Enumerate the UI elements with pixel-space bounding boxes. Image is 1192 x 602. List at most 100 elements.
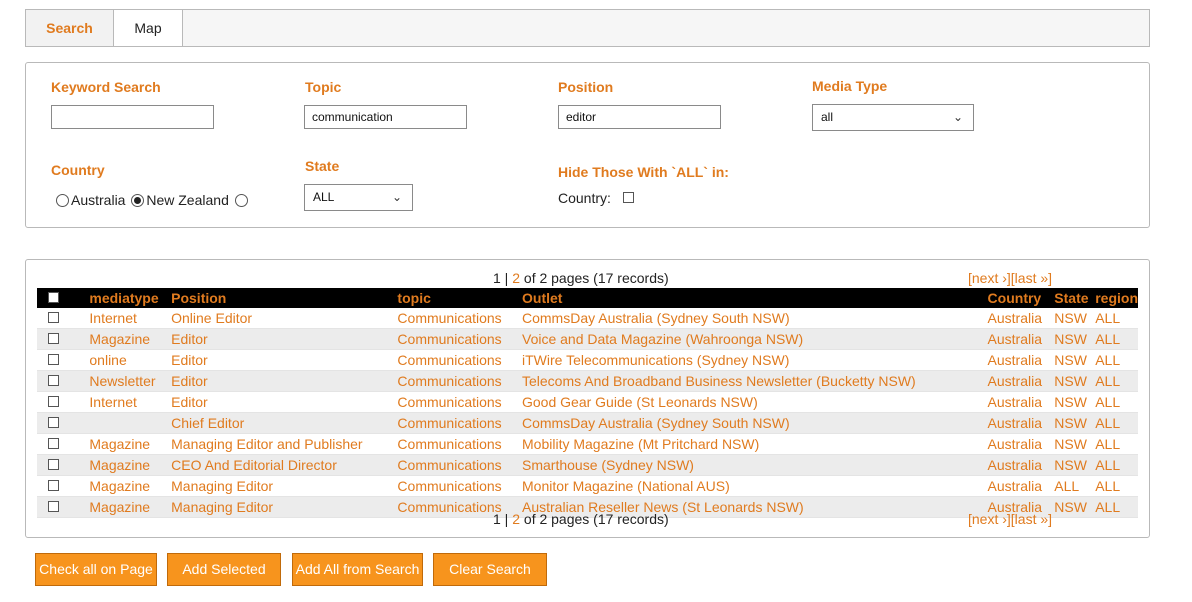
next-page-link[interactable]: [next ›] xyxy=(968,511,1011,527)
search-filter-panel: Keyword Search Topic Position Media Type… xyxy=(25,62,1150,228)
cell-region: ALL xyxy=(1095,370,1138,392)
country-radio-australia[interactable] xyxy=(56,193,69,207)
cell-state: NSW xyxy=(1054,454,1096,476)
column-header-position[interactable]: Position xyxy=(171,288,398,308)
cell-region: ALL xyxy=(1095,349,1138,371)
cell-position: Editor xyxy=(171,391,398,413)
column-header-mediatype[interactable]: mediatype xyxy=(89,288,172,308)
cell-topic: Communications xyxy=(397,412,522,434)
cell-mediatype: Magazine xyxy=(89,328,172,350)
hide-country-checkbox[interactable] xyxy=(622,192,634,203)
table-header-row: mediatype Position topic Outlet Country … xyxy=(37,288,1138,308)
cell-state: NSW xyxy=(1054,328,1096,350)
cell-country: Australia xyxy=(987,349,1055,371)
cell-region: ALL xyxy=(1095,496,1138,518)
keyword-search-input[interactable] xyxy=(51,105,214,129)
row-select-checkbox[interactable] xyxy=(48,396,59,407)
last-page-link[interactable]: [last »] xyxy=(1011,270,1052,286)
row-select-checkbox[interactable] xyxy=(48,480,59,491)
cell-outlet[interactable]: CommsDay Australia (Sydney South NSW) xyxy=(522,308,988,329)
state-select[interactable]: ALL ⌄ xyxy=(304,184,413,211)
media-type-select[interactable]: all ⌄ xyxy=(812,104,974,131)
row-select-cell xyxy=(37,475,90,497)
results-panel: 1 | 2 of 2 pages (17 records) [next ›][l… xyxy=(25,259,1150,538)
check-all-on-page-button[interactable]: Check all on Page xyxy=(35,553,157,586)
tab-map[interactable]: Map xyxy=(114,10,183,46)
row-select-checkbox[interactable] xyxy=(48,354,59,365)
column-header-region[interactable]: region xyxy=(1095,288,1138,308)
cell-outlet[interactable]: Monitor Magazine (National AUS) xyxy=(522,475,988,497)
cell-outlet[interactable]: Voice and Data Magazine (Wahroonga NSW) xyxy=(522,328,988,350)
add-selected-button[interactable]: Add Selected xyxy=(167,553,281,586)
row-select-checkbox[interactable] xyxy=(48,438,59,449)
cell-country: Australia xyxy=(987,475,1055,497)
cell-position: CEO And Editorial Director xyxy=(171,454,398,476)
page-2-current: 2 xyxy=(512,511,521,527)
row-select-checkbox[interactable] xyxy=(48,312,59,323)
hide-all-label: Hide Those With `ALL` in: xyxy=(558,164,729,180)
next-page-link[interactable]: [next ›] xyxy=(968,270,1011,286)
country-radio-new-zealand[interactable] xyxy=(131,193,145,207)
country-radio-group: Australia New Zealand xyxy=(56,191,250,208)
topic-input[interactable] xyxy=(304,105,467,129)
table-row: Magazine Editor Communications Voice and Da… xyxy=(37,328,1138,350)
pager-nav-top: [next ›][last »] xyxy=(968,270,1052,286)
media-type-label: Media Type xyxy=(812,78,888,94)
page-2-current: 2 xyxy=(512,270,521,286)
cell-topic: Communications xyxy=(397,454,522,476)
add-all-from-search-button[interactable]: Add All from Search xyxy=(292,553,423,586)
tab-search[interactable]: Search xyxy=(26,10,114,46)
cell-position: Managing Editor and Publisher xyxy=(171,433,398,455)
column-header-country[interactable]: Country xyxy=(987,288,1055,308)
cell-outlet[interactable]: Smarthouse (Sydney NSW) xyxy=(522,454,988,476)
table-row: Magazine Managing Editor and Publisher Com… xyxy=(37,433,1138,455)
cell-region: ALL xyxy=(1095,454,1138,476)
table-row: Magazine Managing Editor Communications Mon… xyxy=(37,475,1138,497)
cell-position: Managing Editor xyxy=(171,475,398,497)
column-header-state[interactable]: State xyxy=(1054,288,1096,308)
country-radio-other[interactable] xyxy=(234,193,248,207)
cell-mediatype: online xyxy=(89,349,172,371)
cell-country: Australia xyxy=(987,391,1055,413)
row-select-checkbox[interactable] xyxy=(48,459,59,470)
cell-outlet[interactable]: Good Gear Guide (St Leonards NSW) xyxy=(522,391,988,413)
cell-topic: Communications xyxy=(397,328,522,350)
cell-outlet[interactable]: Telecoms And Broadband Business Newslett… xyxy=(522,370,988,392)
select-all-checkbox[interactable] xyxy=(48,292,59,303)
column-header-outlet[interactable]: Outlet xyxy=(522,288,988,308)
row-select-cell xyxy=(37,454,90,476)
cell-position: Online Editor xyxy=(171,308,398,329)
chevron-down-icon: ⌄ xyxy=(391,190,402,204)
position-input[interactable] xyxy=(558,105,721,129)
column-header-topic[interactable]: topic xyxy=(397,288,522,308)
cell-outlet[interactable]: iTWire Telecommunications (Sydney NSW) xyxy=(522,349,988,371)
state-value: ALL xyxy=(313,190,335,204)
row-select-checkbox[interactable] xyxy=(48,501,59,512)
cell-outlet[interactable]: CommsDay Australia (Sydney South NSW) xyxy=(522,412,988,434)
pager-nav-bottom: [next ›][last »] xyxy=(968,511,1052,527)
cell-region: ALL xyxy=(1095,328,1138,350)
cell-position: Editor xyxy=(171,328,398,350)
media-type-value: all xyxy=(821,110,834,124)
cell-topic: Communications xyxy=(397,370,522,392)
row-select-cell xyxy=(37,370,90,392)
pager-separator: | xyxy=(500,270,513,286)
row-select-checkbox[interactable] xyxy=(48,375,59,386)
country-label: Country xyxy=(51,162,105,178)
clear-search-button[interactable]: Clear Search xyxy=(433,553,547,586)
cell-region: ALL xyxy=(1095,308,1138,329)
cell-topic: Communications xyxy=(397,391,522,413)
row-select-checkbox[interactable] xyxy=(48,333,59,344)
cell-state: NSW xyxy=(1054,412,1096,434)
row-select-checkbox[interactable] xyxy=(48,417,59,428)
pager-summary: of 2 pages (17 records) xyxy=(520,511,669,527)
last-page-link[interactable]: [last »] xyxy=(1011,511,1052,527)
state-label: State xyxy=(305,158,340,174)
cell-outlet[interactable]: Mobility Magazine (Mt Pritchard NSW) xyxy=(522,433,988,455)
page-1-link[interactable]: 1 xyxy=(493,511,501,527)
cell-state: NSW xyxy=(1054,308,1096,329)
row-select-cell xyxy=(37,328,90,350)
cell-state: NSW xyxy=(1054,349,1096,371)
row-select-cell xyxy=(37,308,90,329)
page-1-link[interactable]: 1 xyxy=(493,270,501,286)
